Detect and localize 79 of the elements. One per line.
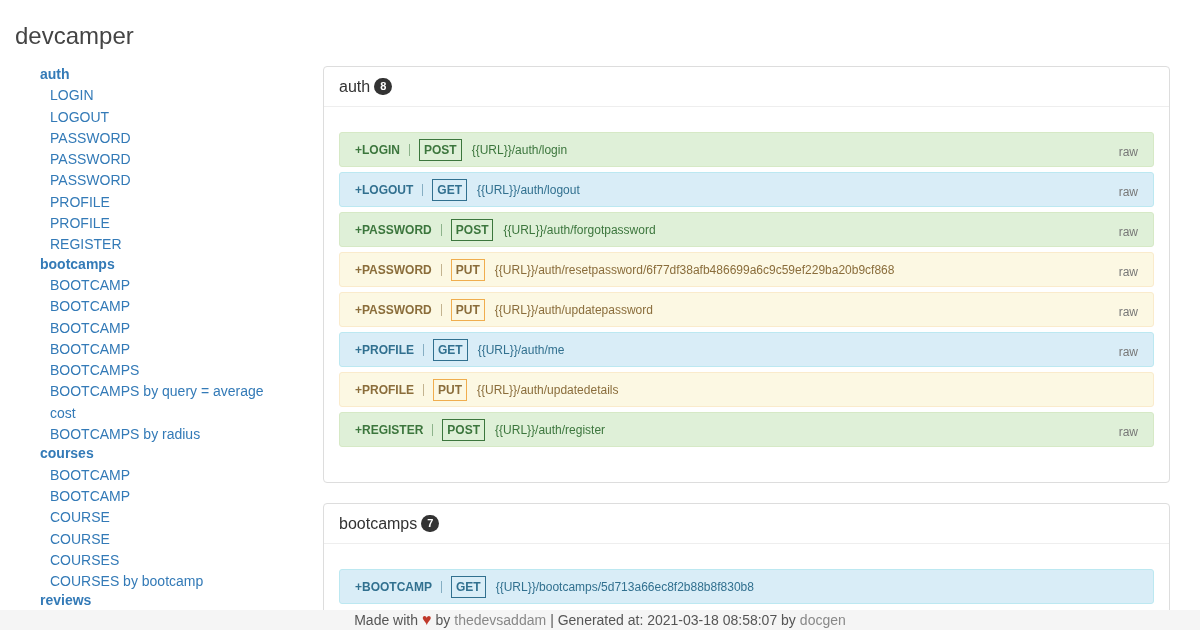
- footer-text: Made with: [354, 610, 418, 630]
- sidebar-link[interactable]: COURSES: [50, 549, 280, 572]
- sidebar-link[interactable]: BOOTCAMPS: [50, 360, 280, 382]
- method-badge: PUT: [433, 378, 467, 401]
- method-badge: PUT: [450, 258, 485, 281]
- endpoint-url: {{URL}}/auth/logout: [477, 181, 580, 199]
- sidebar-link[interactable]: COURSES by bootcamp: [50, 571, 280, 593]
- endpoint-row[interactable]: +PASSWORD POST {{URL}}/auth/forgotpassword raw: [339, 212, 1154, 247]
- footer-text: by: [435, 610, 451, 630]
- endpoint-url: {{URL}}/auth/login: [471, 141, 568, 159]
- endpoint-row[interactable]: +LOGIN POST {{URL}}/auth/login raw: [339, 132, 1154, 167]
- sidebar-link[interactable]: PASSWORD: [50, 149, 280, 171]
- raw-link[interactable]: raw: [1118, 222, 1138, 241]
- section-title: bootcamps: [339, 513, 418, 534]
- author-link[interactable]: thedevsaddam: [454, 609, 547, 630]
- sidebar-link[interactable]: PASSWORD: [50, 170, 280, 192]
- endpoint-row[interactable]: +PASSWORD PUT {{URL}}/auth/updatepassword raw: [339, 292, 1154, 327]
- sidebar-link[interactable]: BOOTCAMP: [50, 274, 280, 297]
- sidebar-group-link[interactable]: bootcamps: [40, 253, 115, 275]
- sidebar-link[interactable]: BOOTCAMP: [50, 485, 280, 508]
- sidebar-group-link[interactable]: courses: [40, 443, 94, 465]
- endpoint-url: {{URL}}/auth/updatepassword: [494, 301, 653, 319]
- sidebar-group-link[interactable]: reviews: [40, 590, 92, 612]
- endpoint-row[interactable]: +LOGOUT GET {{URL}}/auth/logout raw: [339, 172, 1154, 207]
- endpoint-row[interactable]: +REGISTER POST {{URL}}/auth/register raw: [339, 412, 1154, 447]
- sidebar-link[interactable]: BOOTCAMP: [50, 464, 280, 486]
- raw-link[interactable]: raw: [1118, 182, 1138, 201]
- endpoint-url: {{URL}}/auth/updatedetails: [477, 381, 619, 399]
- endpoint-row[interactable]: +PASSWORD PUT {{URL}}/auth/resetpassword/6f77df38afb486699a6c9c59ef229ba20b9cf868 raw: [339, 252, 1154, 287]
- raw-link[interactable]: raw: [1118, 422, 1138, 441]
- endpoint-name: +PASSWORD: [355, 301, 432, 319]
- sidebar-link[interactable]: BOOTCAMP: [50, 317, 280, 339]
- endpoint-name: +LOGIN: [355, 141, 400, 159]
- app-title: devcamper: [15, 21, 134, 51]
- raw-link[interactable]: raw: [1118, 302, 1138, 321]
- method-badge: GET: [451, 575, 486, 598]
- raw-link[interactable]: raw: [1118, 142, 1138, 161]
- endpoint-row[interactable]: +PROFILE PUT {{URL}}/auth/updatedetails: [339, 372, 1154, 407]
- sidebar-link[interactable]: COURSE: [50, 528, 280, 550]
- sidebar-link[interactable]: BOOTCAMPS by radius: [50, 424, 280, 446]
- endpoint-url: {{URL}}/auth/forgotpassword: [503, 221, 656, 239]
- sidebar-link[interactable]: PASSWORD: [50, 127, 280, 150]
- endpoint-row[interactable]: +PROFILE GET {{URL}}/auth/me raw: [339, 332, 1154, 367]
- method-badge: POST: [442, 418, 486, 441]
- method-badge: POST: [450, 218, 494, 241]
- sidebar-link[interactable]: COURSE: [50, 507, 280, 529]
- section-title: auth: [339, 76, 371, 97]
- sidebar-group-link[interactable]: auth: [40, 64, 70, 86]
- endpoint-url: {{URL}}/auth/register: [495, 421, 606, 439]
- sidebar-link[interactable]: LOGIN: [50, 85, 280, 107]
- endpoint-name: +REGISTER: [355, 421, 424, 439]
- endpoint-url: {{URL}}/auth/me: [477, 341, 565, 359]
- raw-link[interactable]: raw: [1118, 262, 1138, 281]
- method-badge: GET: [433, 338, 468, 361]
- sidebar-link[interactable]: REGISTER: [50, 234, 280, 256]
- method-badge: PUT: [450, 298, 485, 321]
- endpoint-name: +PROFILE: [355, 381, 414, 399]
- sidebar-link[interactable]: BOOTCAMP: [50, 296, 280, 318]
- endpoint-name: +PROFILE: [355, 341, 414, 359]
- footer-text: | Generated at: 2021-03-18 08:58:07 by: [550, 610, 796, 630]
- count-badge: 8: [374, 78, 393, 95]
- endpoint-row[interactable]: +BOOTCAMP GET {{URL}}/bootcamps/5d713a66ec8f2b88b8f830b8: [339, 569, 1154, 604]
- raw-link[interactable]: raw: [1118, 342, 1138, 361]
- sidebar-link[interactable]: PROFILE: [50, 213, 280, 235]
- sidebar-link[interactable]: BOOTCAMP: [50, 338, 280, 361]
- sidebar-link[interactable]: LOGOUT: [50, 106, 280, 128]
- endpoint-url: {{URL}}/auth/resetpassword/6f77df38afb486699a6c9c59ef229ba20b9cf868: [494, 261, 895, 279]
- endpoint-name: +LOGOUT: [355, 181, 414, 199]
- endpoint-url: {{URL}}/bootcamps/5d713a66ec8f2b88b8f830b8: [495, 578, 754, 596]
- method-badge: GET: [432, 178, 467, 201]
- sidebar-link[interactable]: PROFILE: [50, 191, 280, 214]
- heart-icon: ♥: [422, 612, 432, 628]
- sidebar-link[interactable]: BOOTCAMPS by query = average cost: [50, 381, 280, 425]
- endpoint-name: +PASSWORD: [355, 261, 432, 279]
- count-badge: 7: [421, 515, 440, 532]
- method-badge: POST: [419, 138, 462, 161]
- endpoint-name: +BOOTCAMP: [355, 578, 432, 596]
- endpoint-name: +PASSWORD: [355, 221, 432, 239]
- docgen-link[interactable]: docgen: [799, 609, 846, 630]
